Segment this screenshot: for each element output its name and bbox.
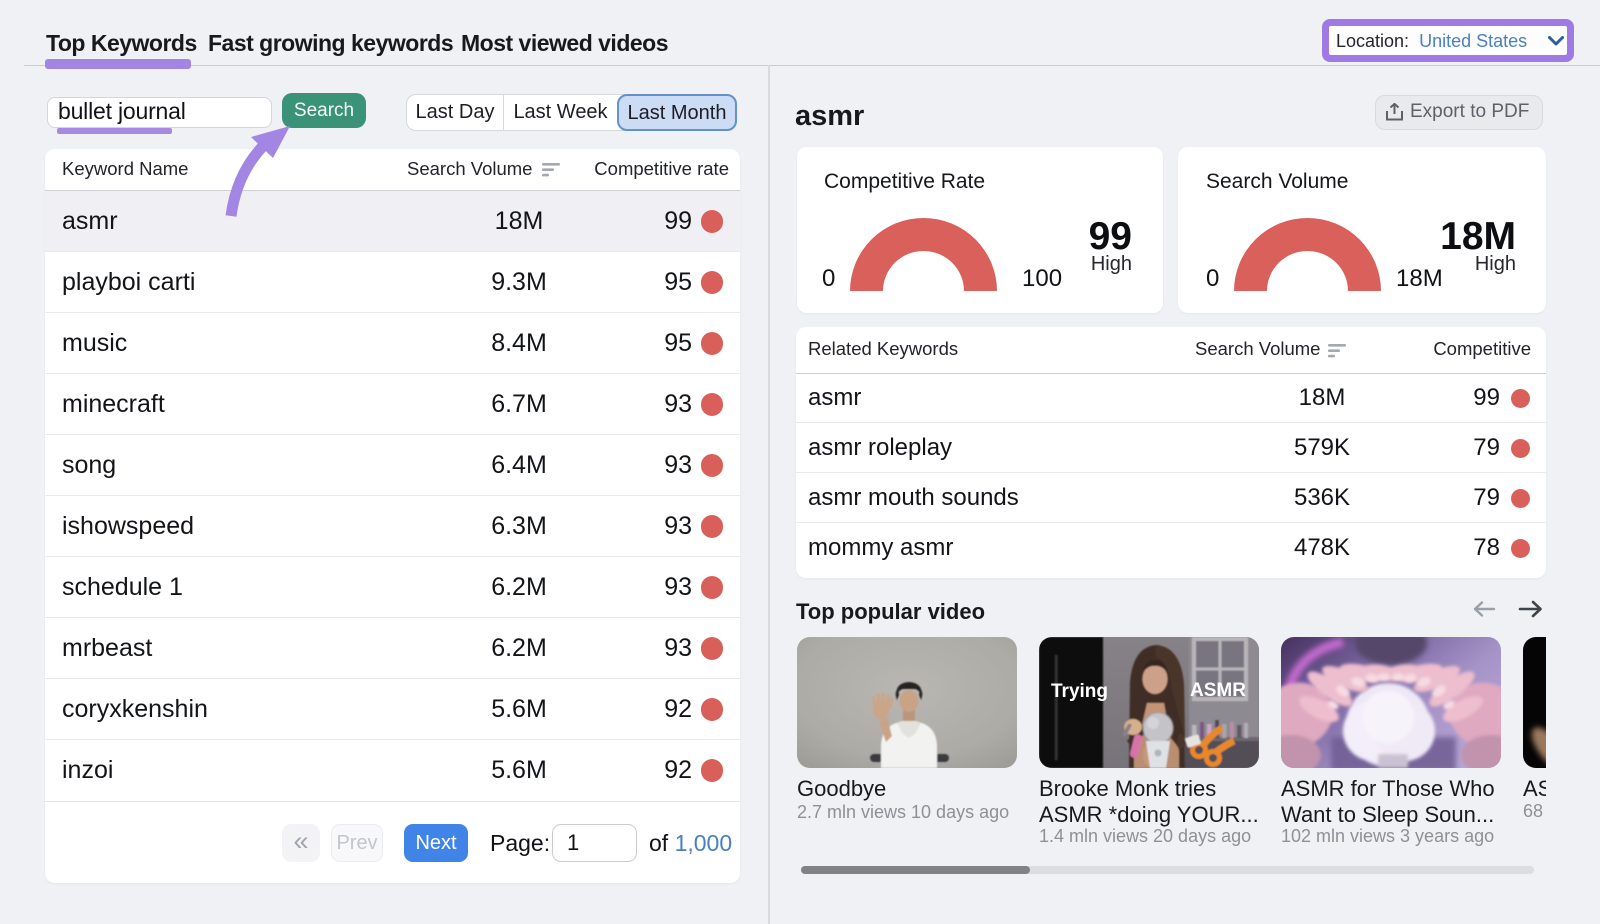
svg-text:ASMR: ASMR: [1190, 680, 1246, 701]
svg-text:Trying: Trying: [1051, 681, 1108, 702]
